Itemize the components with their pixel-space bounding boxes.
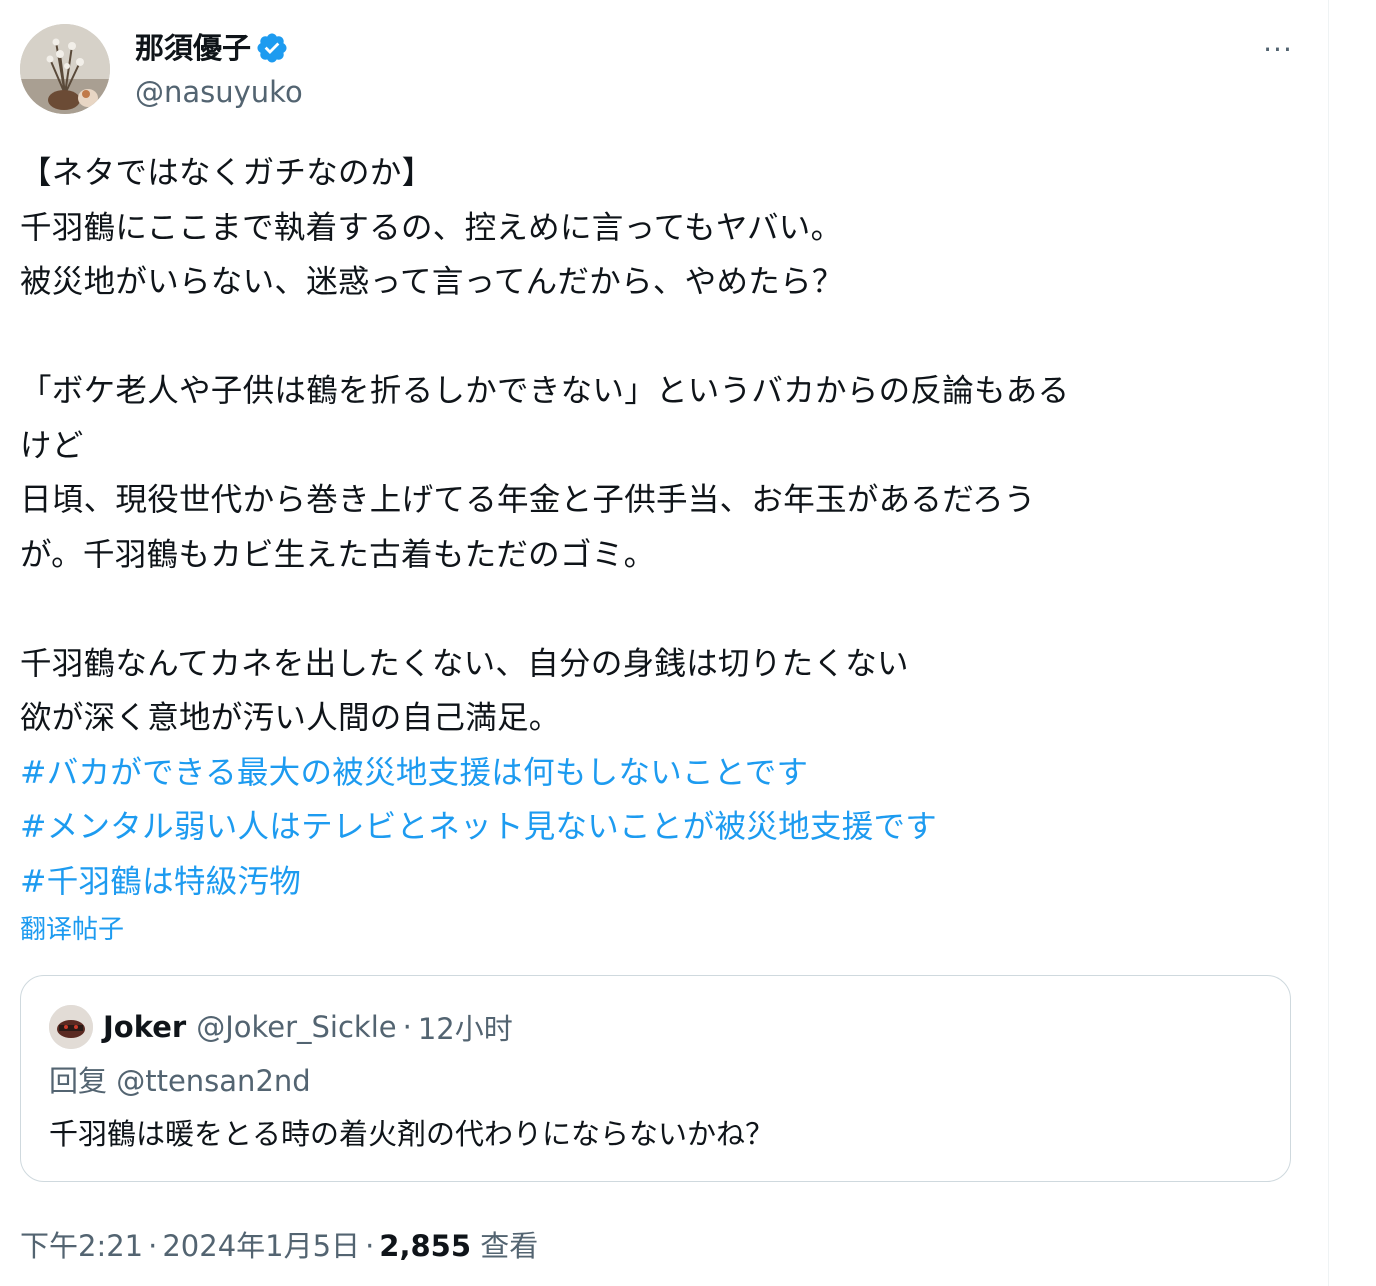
quoted-author-avatar[interactable]: [49, 1005, 93, 1049]
tweet-line: 欲が深く意地が汚い人間の自己満足。: [20, 700, 561, 736]
quoted-tweet-text: 千羽鶴は暖をとる時の着火剤の代わりにならないかね？: [49, 1117, 775, 1151]
column-divider: [1328, 0, 1329, 1286]
author-handle[interactable]: @nasuyuko: [135, 74, 303, 110]
avatar-image: [20, 24, 110, 114]
views-count: 2,855: [379, 1229, 472, 1263]
tweet-meta: 下午2:21 · 2024年1月5日 · 2,855 查看: [20, 1226, 538, 1266]
translate-post-link[interactable]: 翻译帖子: [20, 910, 124, 950]
tweet-time[interactable]: 下午2:21: [20, 1229, 143, 1263]
tweet-date[interactable]: 2024年1月5日: [162, 1229, 360, 1263]
hashtag-link[interactable]: #千羽鶴は特級汚物: [20, 855, 1310, 910]
tweet-header: 那須優子 @nasuyuko ···: [20, 24, 1300, 116]
tweet-line: 被災地がいらない、迷惑って言ってんだから、やめたら？: [20, 264, 844, 300]
quoted-tweet-header: Joker @Joker_Sickle · 12小时: [49, 1005, 513, 1049]
tweet-line: 【ネタではなくガチなのか】: [20, 155, 434, 191]
tweet-line: 千羽鶴なんてカネを出したくない、自分の身銭は切りたくない: [20, 645, 909, 682]
quoted-author-name[interactable]: Joker: [103, 1010, 186, 1044]
author-name-row: 那須優子: [135, 30, 289, 66]
tweet-line: が。千羽鶴もカビ生えた古着もただのゴミ。: [20, 536, 656, 573]
tweet-line: 「ボケ老人や子供は鶴を折るしかできない」というバカからの反論もある: [20, 373, 1070, 409]
more-dots-icon: ···: [1263, 32, 1293, 66]
quoted-tweet-time[interactable]: 12小时: [418, 1006, 513, 1048]
more-options-button[interactable]: ···: [1256, 32, 1300, 66]
tweet-line: けど: [20, 427, 84, 464]
verified-badge-icon[interactable]: [255, 31, 289, 65]
views-label: 查看: [480, 1229, 539, 1263]
separator-dot: ·: [402, 1010, 412, 1044]
author-avatar[interactable]: [20, 24, 110, 114]
tweet-page: 那須優子 @nasuyuko ··· 【ネタではなくガチなのか】 千羽鶴にここま…: [0, 0, 1376, 1286]
author-display-name[interactable]: 那須優子: [135, 30, 251, 66]
separator-dot: ·: [365, 1229, 375, 1263]
tweet-line: 千羽鶴にここまで執着するの、控えめに言ってもヤバい。: [20, 209, 843, 246]
quoted-avatar-image: [49, 1005, 93, 1049]
quoted-author-handle[interactable]: @Joker_Sickle: [196, 1010, 396, 1044]
separator-dot: ·: [148, 1229, 158, 1263]
tweet-line: 日頃、現役世代から巻き上げてる年金と子供手当、お年玉があるだろう: [20, 482, 1036, 518]
quoted-tweet-card[interactable]: Joker @Joker_Sickle · 12小时 回复 @ttensan2n…: [20, 975, 1291, 1182]
hashtag-link[interactable]: #メンタル弱い人はテレビとネット見ないことが被災地支援です: [20, 800, 1310, 855]
tweet-text: 【ネタではなくガチなのか】 千羽鶴にここまで執着するの、控えめに言ってもヤバい。…: [20, 146, 1310, 909]
quoted-reply-to: 回复 @ttensan2nd: [49, 1064, 311, 1098]
hashtag-link[interactable]: #バカができる最大の被災地支援は何もしないことです: [20, 746, 1310, 801]
